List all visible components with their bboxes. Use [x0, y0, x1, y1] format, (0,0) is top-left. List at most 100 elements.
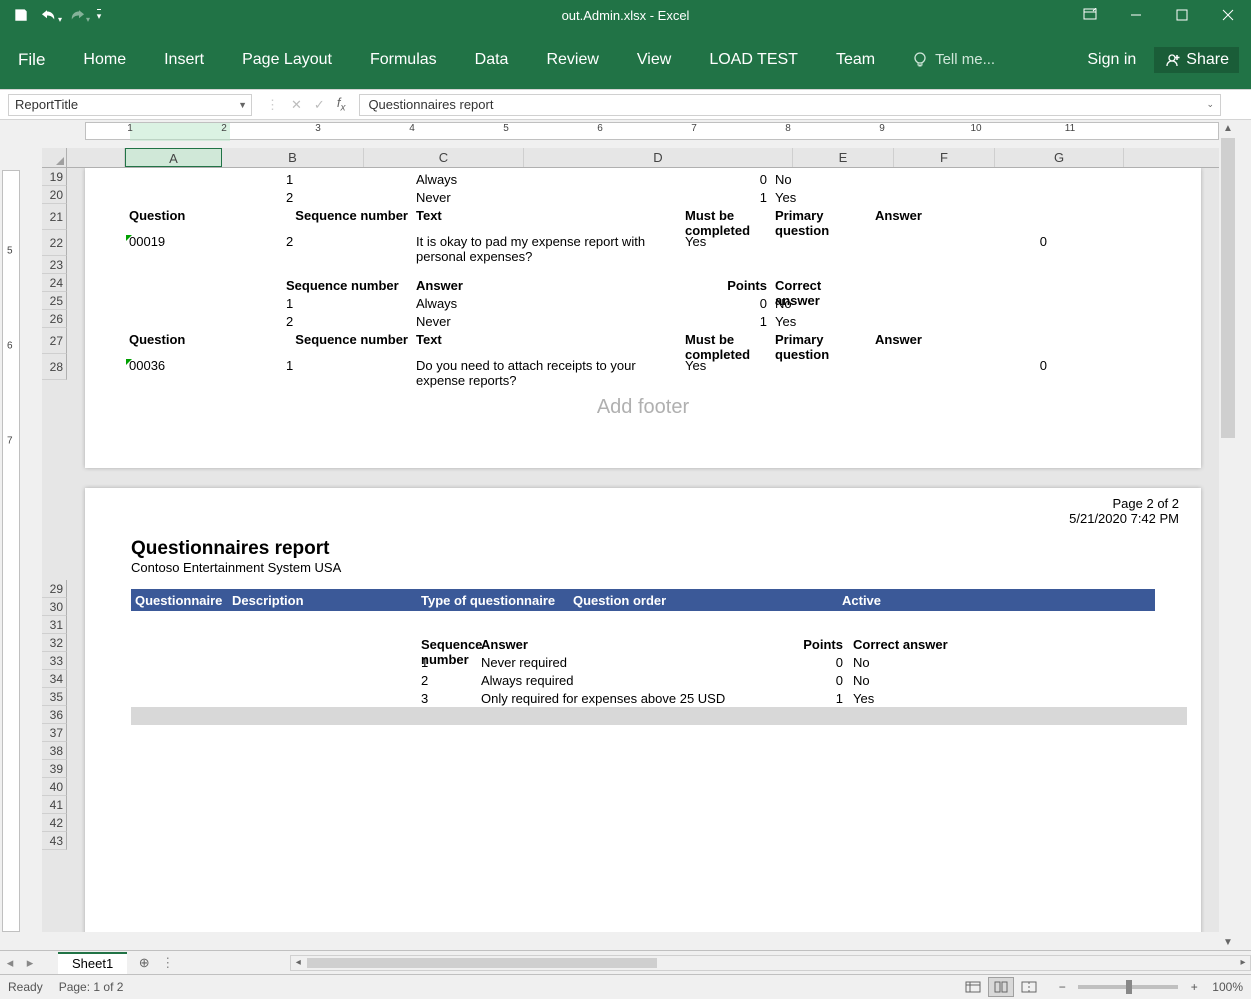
row-header-26[interactable]: 26 [42, 310, 67, 328]
cell[interactable] [871, 296, 1051, 314]
tab-load-test[interactable]: LOAD TEST [707, 45, 800, 75]
cell[interactable]: 2 [282, 314, 412, 332]
cell[interactable]: Points [787, 637, 847, 655]
cell[interactable] [477, 619, 787, 637]
sheet-tab-sheet1[interactable]: Sheet1 [58, 952, 127, 974]
cell[interactable]: It is okay to pad my expense report with… [412, 234, 681, 260]
cell[interactable]: Answer [871, 208, 1051, 234]
qat-customize-button[interactable]: ▾ [92, 3, 106, 27]
cell[interactable]: No [771, 296, 871, 314]
zoom-handle[interactable] [1126, 980, 1132, 994]
cell[interactable] [222, 296, 282, 314]
cell[interactable]: No [847, 673, 1007, 691]
row-header-20[interactable]: 20 [42, 186, 67, 204]
tell-me-box[interactable]: Tell me... [911, 51, 995, 69]
tab-home[interactable]: Home [81, 45, 128, 75]
cell[interactable]: Answer [477, 637, 787, 655]
row-header-35[interactable]: 35 [42, 688, 67, 706]
tab-page-layout[interactable]: Page Layout [240, 45, 334, 75]
cell[interactable]: Primary question [771, 208, 871, 234]
tab-data[interactable]: Data [473, 45, 511, 75]
cell[interactable]: No [771, 172, 871, 190]
name-box[interactable]: ReportTitle ▼ [8, 94, 252, 116]
row-header-24[interactable]: 24 [42, 274, 67, 292]
file-tab[interactable]: File [16, 44, 47, 76]
column-header-c[interactable]: C [364, 148, 524, 167]
cell[interactable] [222, 172, 282, 190]
fx-icon[interactable]: fx [337, 95, 346, 114]
sign-in-link[interactable]: Sign in [1087, 51, 1136, 69]
cell[interactable]: Question [125, 208, 222, 234]
normal-view-button[interactable] [960, 977, 986, 997]
cell[interactable] [282, 260, 412, 278]
cell[interactable] [871, 260, 1051, 278]
zoom-in-button[interactable]: + [1186, 980, 1202, 994]
cell[interactable]: 0 [787, 673, 847, 691]
cell[interactable]: 1 [681, 314, 771, 332]
cell[interactable] [125, 190, 222, 208]
cell[interactable]: 0 [871, 358, 1051, 384]
cell[interactable]: Yes [681, 234, 771, 260]
tab-nav-last[interactable]: ▸ [20, 955, 40, 971]
cell[interactable]: Text [412, 332, 681, 358]
horizontal-ruler[interactable]: 1234567891011 [85, 122, 1219, 140]
cell[interactable] [222, 314, 282, 332]
cell[interactable] [222, 332, 282, 358]
cell[interactable]: Never [412, 190, 681, 208]
cell[interactable]: Sequence number [282, 332, 412, 358]
cell[interactable] [847, 619, 1007, 637]
row-header-34[interactable]: 34 [42, 670, 67, 688]
name-box-dropdown-icon[interactable]: ▼ [238, 100, 247, 110]
cell[interactable]: 1 [681, 190, 771, 208]
cell[interactable] [222, 190, 282, 208]
row-header-19[interactable]: 19 [42, 168, 67, 186]
cell[interactable]: Always required [477, 673, 787, 691]
row-header-41[interactable]: 41 [42, 796, 67, 814]
tab-view[interactable]: View [635, 45, 673, 75]
cell[interactable]: 2 [282, 190, 412, 208]
row-header-33[interactable]: 33 [42, 652, 67, 670]
cell[interactable] [771, 260, 871, 278]
cell[interactable] [222, 260, 282, 278]
cell[interactable]: Never required [477, 655, 787, 673]
cell[interactable] [771, 234, 871, 260]
tab-formulas[interactable]: Formulas [368, 45, 439, 75]
cell[interactable]: Yes [771, 190, 871, 208]
cell[interactable]: 00036 [125, 358, 222, 384]
cell[interactable]: 1 [417, 655, 477, 673]
row-header-28[interactable]: 28 [42, 354, 67, 380]
vertical-scrollbar[interactable]: ▲ ▼ [1219, 120, 1237, 950]
cell[interactable] [871, 278, 1051, 296]
redo-dropdown-icon[interactable]: ▾ [86, 15, 90, 24]
expand-formula-bar-icon[interactable]: ⌄ [1206, 99, 1214, 110]
enter-formula-button[interactable]: ✓ [314, 97, 325, 113]
column-header-f[interactable]: F [894, 148, 995, 167]
cell[interactable] [125, 296, 222, 314]
row-header-31[interactable]: 31 [42, 616, 67, 634]
cell[interactable] [222, 234, 282, 260]
select-all-button[interactable] [42, 148, 67, 168]
cell[interactable]: Primary question [771, 332, 871, 358]
row-header-42[interactable]: 42 [42, 814, 67, 832]
row-header-21[interactable]: 21 [42, 204, 67, 230]
tab-insert[interactable]: Insert [162, 45, 206, 75]
row-header-37[interactable]: 37 [42, 724, 67, 742]
close-button[interactable] [1205, 0, 1251, 30]
cell[interactable] [222, 278, 282, 296]
cell[interactable]: 0 [871, 234, 1051, 260]
sheet-canvas[interactable]: 1Always0No2Never1YesQuestionSequence num… [67, 168, 1219, 932]
cell[interactable] [787, 619, 847, 637]
cell[interactable] [871, 190, 1051, 208]
horizontal-scrollbar[interactable]: ◂ ▸ [290, 955, 1251, 971]
row-header-27[interactable]: 27 [42, 328, 67, 354]
cell[interactable]: Never [412, 314, 681, 332]
row-header-30[interactable]: 30 [42, 598, 67, 616]
zoom-slider[interactable] [1078, 985, 1178, 989]
column-header-a[interactable]: A [125, 148, 222, 167]
cell[interactable]: 2 [417, 673, 477, 691]
cell[interactable]: No [847, 655, 1007, 673]
row-header-40[interactable]: 40 [42, 778, 67, 796]
column-header-e[interactable]: E [793, 148, 894, 167]
cell[interactable]: Yes [681, 358, 771, 384]
row-header-36[interactable]: 36 [42, 706, 67, 724]
